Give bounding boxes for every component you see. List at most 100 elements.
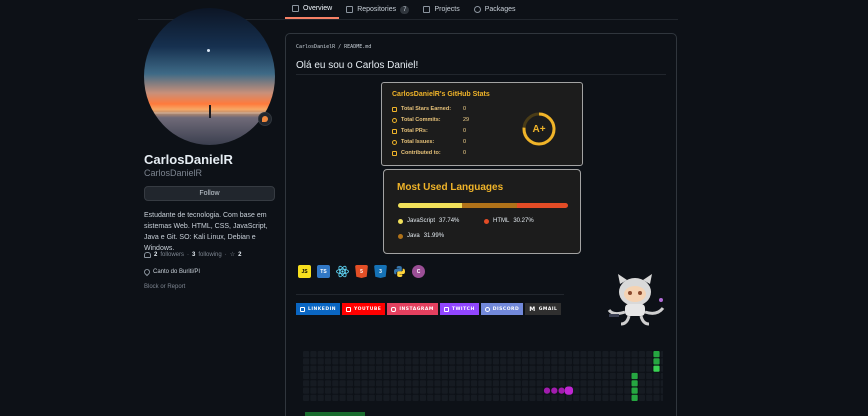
follow-button[interactable]: Follow bbox=[144, 186, 275, 201]
contribution-cell bbox=[602, 387, 609, 394]
tab-repositories[interactable]: Repositories 7 bbox=[339, 0, 416, 19]
contribution-cell bbox=[558, 394, 565, 401]
contribution-cell bbox=[646, 351, 653, 358]
twitch-badge[interactable]: TWITCH bbox=[439, 303, 479, 315]
contribution-cell bbox=[478, 358, 485, 365]
contribution-cell bbox=[427, 380, 434, 387]
contribution-cell bbox=[317, 394, 324, 401]
contribution-cell bbox=[631, 372, 638, 380]
contribution-cell bbox=[653, 351, 660, 358]
contribution-cell bbox=[492, 380, 499, 387]
contribution-cell bbox=[616, 387, 624, 394]
contribution-cell bbox=[390, 358, 397, 365]
stars-count[interactable]: 2 bbox=[238, 252, 241, 258]
gmail-badge[interactable]: M GMAIL bbox=[525, 303, 562, 315]
contribution-cell bbox=[558, 365, 565, 372]
contribution-cell bbox=[624, 365, 631, 372]
contribution-cell bbox=[638, 394, 645, 401]
tab-label: Packages bbox=[484, 6, 516, 13]
discord-icon bbox=[484, 306, 490, 312]
contribution-cell bbox=[354, 372, 361, 380]
tab-overview[interactable]: Overview bbox=[285, 0, 340, 19]
contribution-cell bbox=[580, 372, 587, 380]
repo-icon bbox=[346, 6, 354, 13]
stat-label: Total Issues: bbox=[401, 139, 435, 145]
stat-row: Total Stars Earned: 0 bbox=[392, 106, 466, 112]
contribution-cell bbox=[419, 351, 426, 358]
contribution-cell bbox=[507, 365, 514, 372]
contribution-cell bbox=[616, 372, 624, 380]
status-emoji-button[interactable] bbox=[258, 112, 272, 126]
contribution-cell bbox=[529, 387, 536, 394]
contribution-cell bbox=[638, 372, 645, 380]
contribution-cell bbox=[390, 365, 397, 372]
contribution-cell bbox=[339, 387, 346, 394]
following-label[interactable]: following bbox=[198, 252, 221, 258]
contribution-cell bbox=[310, 387, 317, 394]
grade-text: A+ bbox=[532, 123, 546, 135]
tab-packages[interactable]: Packages bbox=[467, 0, 523, 19]
stat-label: Total Stars Earned: bbox=[401, 106, 452, 112]
contribution-cell bbox=[595, 351, 602, 358]
contribution-cell bbox=[624, 380, 631, 387]
contribution-cell bbox=[522, 351, 529, 358]
tech-icons: JS TS 5 3 C bbox=[298, 265, 425, 278]
contribution-cell bbox=[332, 380, 339, 387]
contribution-cell bbox=[361, 365, 368, 372]
python-icon bbox=[393, 265, 406, 278]
tech-label: C bbox=[416, 268, 421, 275]
tech-label: 3 bbox=[379, 268, 382, 275]
contribution-cell bbox=[317, 351, 324, 358]
contribution-cell bbox=[646, 380, 653, 387]
contribution-cell bbox=[354, 351, 361, 358]
book-icon bbox=[292, 5, 299, 12]
contribution-cell bbox=[405, 358, 412, 365]
contribution-cell bbox=[500, 380, 507, 387]
contribution-cell bbox=[441, 387, 448, 394]
contribution-cell bbox=[602, 365, 609, 372]
contribution-cell bbox=[397, 372, 405, 380]
contribution-cell bbox=[376, 394, 383, 401]
followers-count[interactable]: 2 bbox=[154, 252, 157, 258]
snake-footer-strip bbox=[305, 412, 365, 416]
contribution-cell bbox=[492, 372, 499, 380]
contribution-cell bbox=[427, 387, 434, 394]
contribution-cell bbox=[470, 387, 478, 394]
contribution-cell bbox=[660, 387, 663, 394]
contribution-cell bbox=[449, 372, 456, 380]
contribution-cell bbox=[310, 380, 317, 387]
github-stats-card[interactable]: CarlosDanielR's GitHub Stats Total Stars… bbox=[381, 82, 583, 166]
contribution-cell bbox=[456, 351, 463, 358]
contribution-cell bbox=[339, 380, 346, 387]
contribution-cell bbox=[470, 380, 478, 387]
followers-label[interactable]: followers bbox=[160, 252, 184, 258]
contribution-cell bbox=[543, 358, 551, 365]
contribution-cell bbox=[536, 394, 543, 401]
contribution-cell bbox=[631, 358, 638, 365]
instagram-badge[interactable]: INSTAGRAM bbox=[387, 303, 438, 315]
readme-path[interactable]: CarlosDanielR / README.md bbox=[296, 44, 371, 50]
language-name: JavaScript bbox=[407, 218, 436, 224]
contribution-cell bbox=[449, 351, 456, 358]
contribution-cell bbox=[522, 358, 529, 365]
block-or-report-link[interactable]: Block or Report bbox=[144, 284, 185, 290]
discord-badge[interactable]: DISCORD bbox=[480, 303, 524, 315]
contribution-cell bbox=[551, 351, 558, 358]
badges-divider bbox=[296, 294, 564, 295]
contribution-cell bbox=[456, 394, 463, 401]
contribution-cell bbox=[405, 394, 412, 401]
contribution-cell bbox=[595, 387, 602, 394]
contribution-cell bbox=[303, 372, 310, 380]
contribution-cell bbox=[587, 365, 594, 372]
contribution-cell bbox=[529, 351, 536, 358]
contribution-cell bbox=[653, 365, 660, 372]
following-count[interactable]: 3 bbox=[192, 252, 195, 258]
contribution-cell bbox=[500, 394, 507, 401]
contribution-cell bbox=[609, 365, 616, 372]
top-languages-card[interactable]: Most Used Languages JavaScript 37.74% HT… bbox=[383, 169, 581, 254]
tab-projects[interactable]: Projects bbox=[416, 0, 466, 19]
linkedin-badge[interactable]: LINKEDIN bbox=[296, 303, 341, 315]
contribution-cell bbox=[638, 358, 645, 365]
avatar[interactable] bbox=[144, 8, 275, 145]
youtube-badge[interactable]: YOUTUBE bbox=[342, 303, 386, 315]
